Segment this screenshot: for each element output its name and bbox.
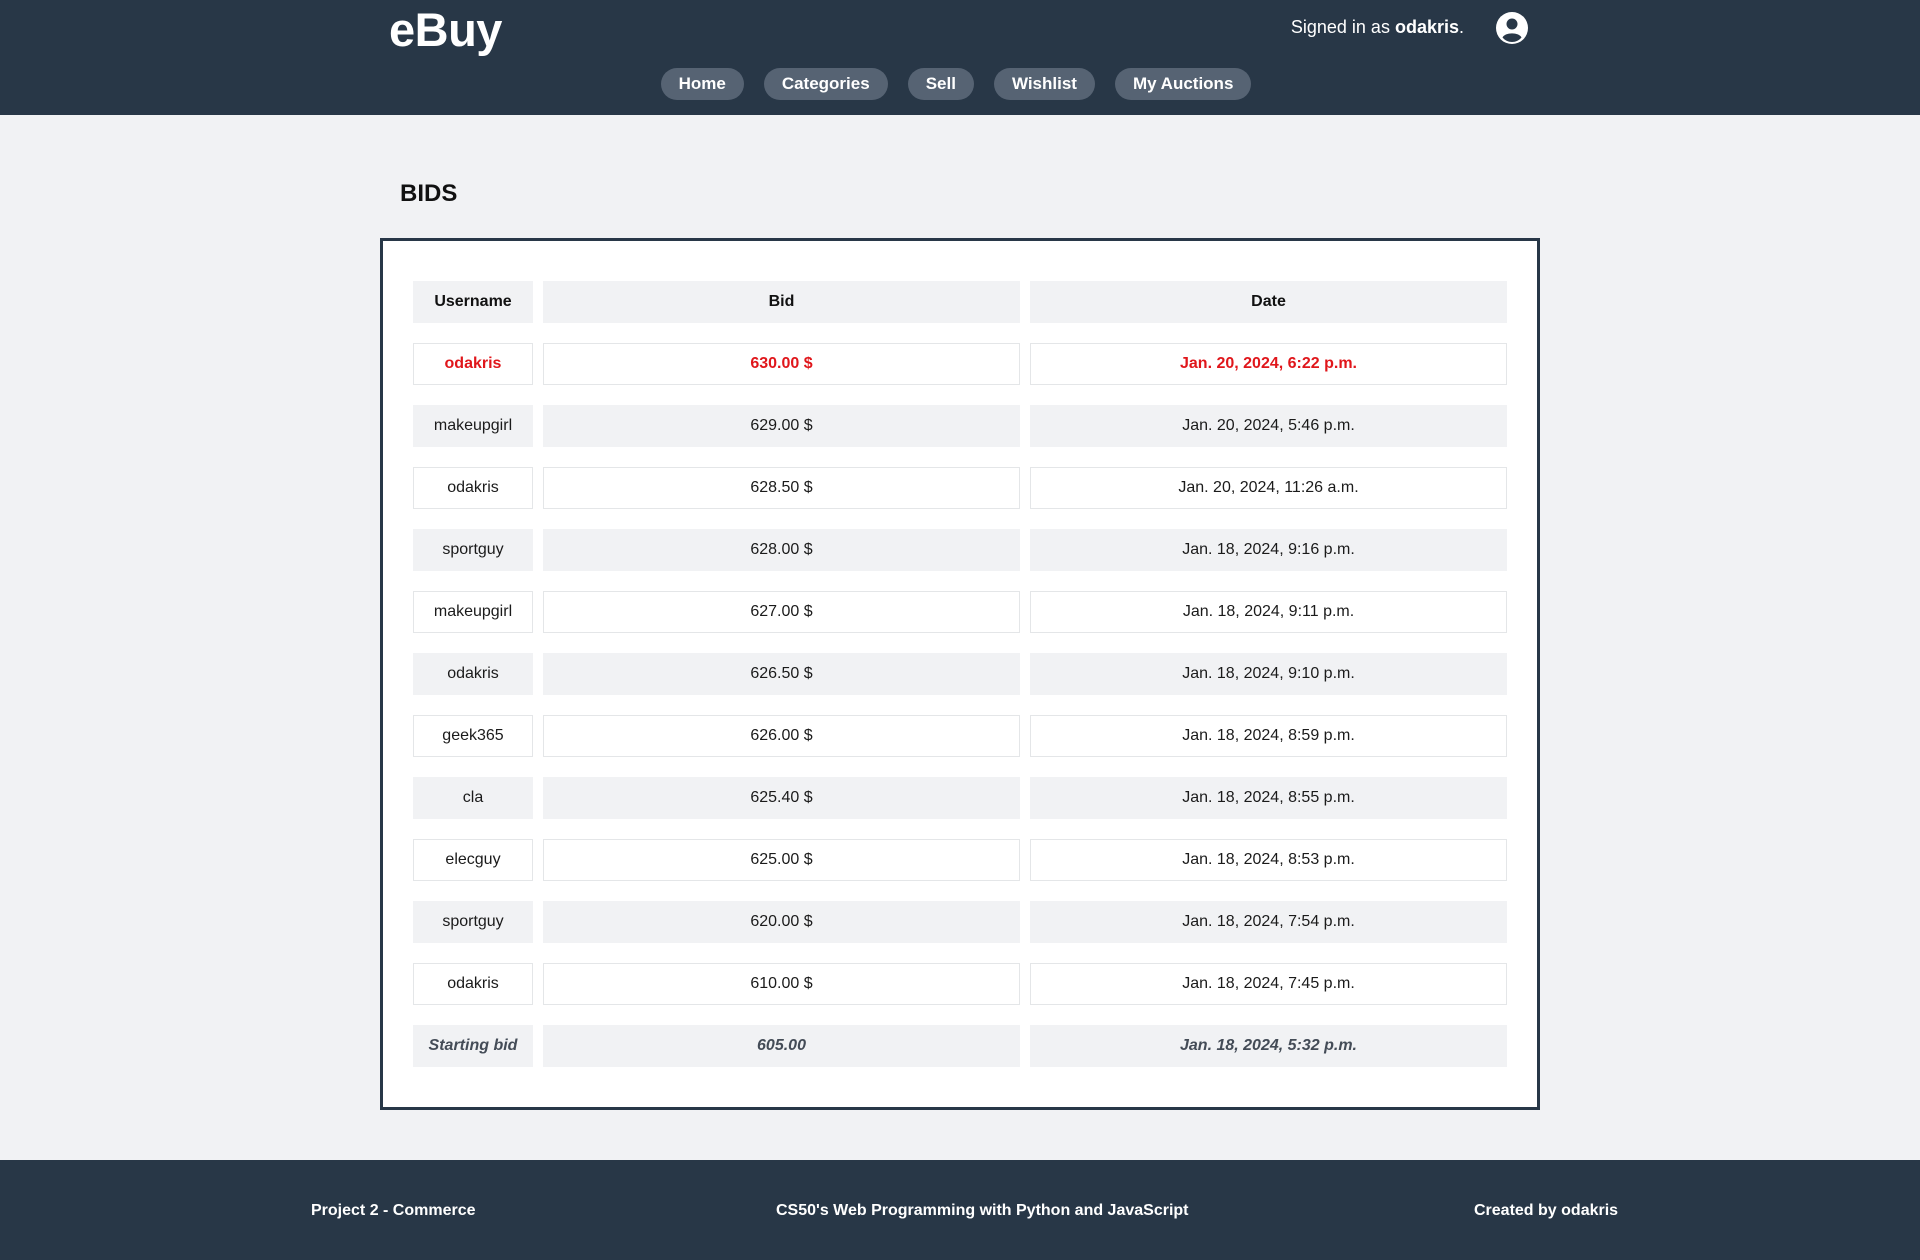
signed-in-suffix: . xyxy=(1458,17,1464,37)
cell-bid: 605.00 xyxy=(543,1025,1020,1067)
cell-username: sportguy xyxy=(413,901,533,943)
header-bid: Bid xyxy=(543,281,1020,323)
cell-date: Jan. 18, 2024, 5:32 p.m. xyxy=(1030,1025,1507,1067)
footer-author: Created by odakris xyxy=(1474,1202,1619,1219)
table-row: sportguy 620.00 $ Jan. 18, 2024, 7:54 p.… xyxy=(413,901,1507,943)
cell-date: Jan. 18, 2024, 7:54 p.m. xyxy=(1030,901,1507,943)
table-row: geek365 626.00 $ Jan. 18, 2024, 8:59 p.m… xyxy=(413,715,1507,757)
main-nav: Home Categories Sell Wishlist My Auction… xyxy=(0,68,1920,100)
table-row: odakris 628.50 $ Jan. 20, 2024, 11:26 a.… xyxy=(413,467,1507,509)
table-row-highest-bid: odakris 630.00 $ Jan. 20, 2024, 6:22 p.m… xyxy=(413,343,1507,385)
table-header-row: Username Bid Date xyxy=(413,281,1507,323)
table-row-starting-bid: Starting bid 605.00 Jan. 18, 2024, 5:32 … xyxy=(413,1025,1507,1067)
cell-bid: 625.40 $ xyxy=(543,777,1020,819)
cell-bid: 625.00 $ xyxy=(543,839,1020,881)
footer: Project 2 - Commerce CS50's Web Programm… xyxy=(0,1160,1920,1260)
nav-my-auctions[interactable]: My Auctions xyxy=(1114,68,1252,100)
signed-in-text: Signed in as odakris. xyxy=(1291,17,1464,38)
cell-date: Jan. 20, 2024, 11:26 a.m. xyxy=(1030,467,1507,509)
cell-bid: 627.00 $ xyxy=(543,591,1020,633)
signed-in-prefix: Signed in as xyxy=(1290,17,1395,37)
bids-table: Username Bid Date odakris 630.00 $ Jan. … xyxy=(413,281,1507,1087)
nav-categories[interactable]: Categories xyxy=(763,68,888,100)
cell-username: cla xyxy=(413,777,533,819)
cell-date: Jan. 20, 2024, 6:22 p.m. xyxy=(1030,343,1507,385)
bids-card: Username Bid Date odakris 630.00 $ Jan. … xyxy=(380,238,1540,1110)
cell-username: geek365 xyxy=(413,715,533,757)
cell-date: Jan. 18, 2024, 7:45 p.m. xyxy=(1030,963,1507,1005)
cell-username: elecguy xyxy=(413,839,533,881)
brand-logo[interactable]: eBuy xyxy=(389,2,502,57)
cell-username: odakris xyxy=(413,467,533,509)
cell-bid: 630.00 $ xyxy=(543,343,1020,385)
cell-bid: 628.00 $ xyxy=(543,529,1020,571)
cell-date: Jan. 18, 2024, 9:16 p.m. xyxy=(1030,529,1507,571)
cell-bid: 620.00 $ xyxy=(543,901,1020,943)
table-row: elecguy 625.00 $ Jan. 18, 2024, 8:53 p.m… xyxy=(413,839,1507,881)
table-row: odakris 610.00 $ Jan. 18, 2024, 7:45 p.m… xyxy=(413,963,1507,1005)
cell-username: odakris xyxy=(413,343,533,385)
header-username: Username xyxy=(413,281,533,323)
header-date: Date xyxy=(1030,281,1507,323)
table-row: cla 625.40 $ Jan. 18, 2024, 8:55 p.m. xyxy=(413,777,1507,819)
cell-date: Jan. 18, 2024, 8:55 p.m. xyxy=(1030,777,1507,819)
cell-bid: 629.00 $ xyxy=(543,405,1020,447)
cell-username: odakris xyxy=(413,963,533,1005)
nav-sell[interactable]: Sell xyxy=(907,68,974,100)
footer-course: CS50's Web Programming with Python and J… xyxy=(776,1202,1189,1219)
footer-project: Project 2 - Commerce xyxy=(311,1202,476,1219)
cell-date: Jan. 18, 2024, 8:59 p.m. xyxy=(1030,715,1507,757)
nav-home[interactable]: Home xyxy=(660,68,744,100)
cell-bid: 626.00 $ xyxy=(543,715,1020,757)
account-circle-icon[interactable] xyxy=(1496,12,1528,44)
cell-username: Starting bid xyxy=(413,1025,533,1067)
cell-bid: 626.50 $ xyxy=(543,653,1020,695)
signed-in-username: odakris xyxy=(1394,17,1459,37)
cell-username: odakris xyxy=(413,653,533,695)
cell-username: makeupgirl xyxy=(413,591,533,633)
top-navbar: eBuy Signed in as odakris. Home Categori… xyxy=(0,0,1920,115)
cell-bid: 610.00 $ xyxy=(543,963,1020,1005)
table-row: makeupgirl 629.00 $ Jan. 20, 2024, 5:46 … xyxy=(413,405,1507,447)
cell-username: sportguy xyxy=(413,529,533,571)
cell-bid: 628.50 $ xyxy=(543,467,1020,509)
cell-date: Jan. 18, 2024, 9:10 p.m. xyxy=(1030,653,1507,695)
page-title: BIDS xyxy=(400,180,458,207)
cell-date: Jan. 18, 2024, 9:11 p.m. xyxy=(1030,591,1507,633)
table-row: makeupgirl 627.00 $ Jan. 18, 2024, 9:11 … xyxy=(413,591,1507,633)
cell-date: Jan. 18, 2024, 8:53 p.m. xyxy=(1030,839,1507,881)
table-row: sportguy 628.00 $ Jan. 18, 2024, 9:16 p.… xyxy=(413,529,1507,571)
table-row: odakris 626.50 $ Jan. 18, 2024, 9:10 p.m… xyxy=(413,653,1507,695)
cell-date: Jan. 20, 2024, 5:46 p.m. xyxy=(1030,405,1507,447)
nav-wishlist[interactable]: Wishlist xyxy=(993,68,1095,100)
cell-username: makeupgirl xyxy=(413,405,533,447)
